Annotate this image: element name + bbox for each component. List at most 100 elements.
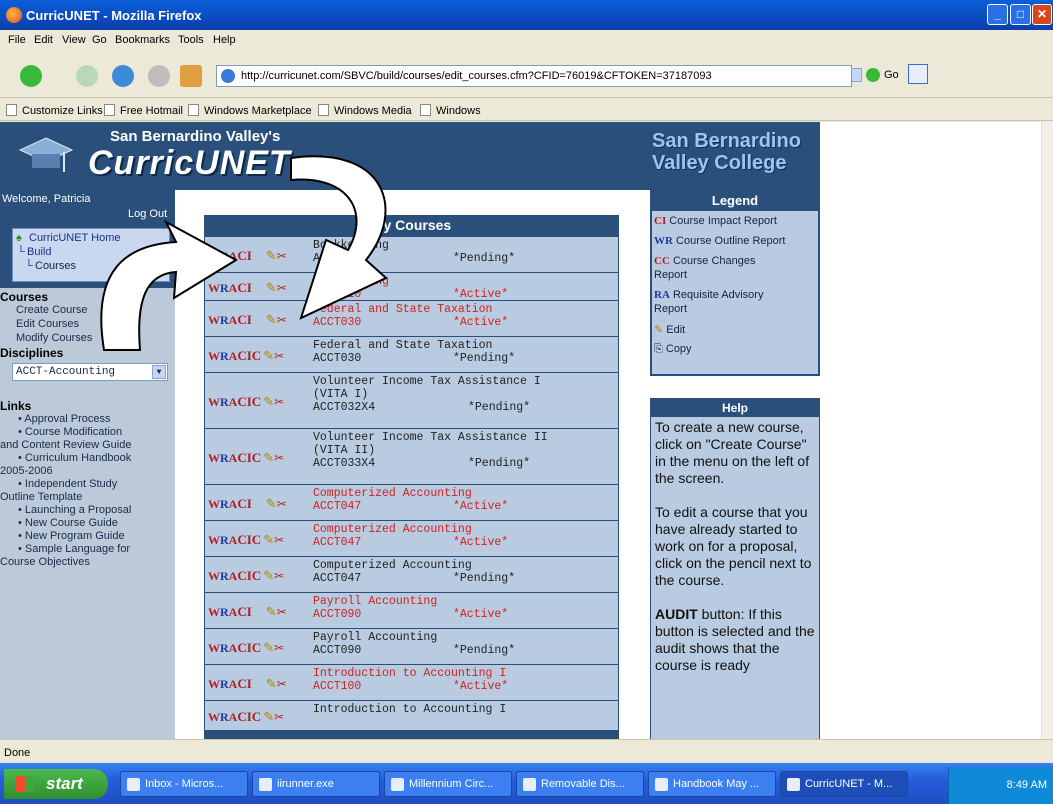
course-text[interactable]: Computerized Accounting ACCT047 *Active*: [313, 523, 508, 549]
taskbar-item-curricunet[interactable]: CurricUNET - M...: [780, 771, 908, 797]
requisite-report-icon[interactable]: R: [220, 677, 229, 691]
course-text[interactable]: Volunteer Income Tax Assistance I (VITA I…: [313, 375, 541, 414]
go-label[interactable]: Go: [884, 69, 899, 81]
copy-icon[interactable]: ✂: [274, 710, 284, 724]
changes-report-icon[interactable]: C: [252, 568, 261, 583]
requisite-report-icon[interactable]: R: [220, 451, 229, 465]
bookmark-windows-marketplace[interactable]: Windows Marketplace: [188, 104, 312, 117]
copy-icon[interactable]: ✂: [274, 395, 284, 409]
tree-item-build[interactable]: Build: [27, 246, 51, 258]
outline-report-icon[interactable]: W: [208, 569, 220, 583]
menu-bookmarks[interactable]: Bookmarks: [115, 34, 170, 46]
forward-icon[interactable]: [76, 65, 98, 87]
modify-courses-link[interactable]: Modify Courses: [16, 332, 92, 344]
pencil-icon[interactable]: ✎: [263, 450, 274, 465]
impact-report-icon[interactable]: CI: [237, 568, 251, 583]
search-icon[interactable]: [908, 64, 928, 84]
bookmark-customize-links[interactable]: Customize Links: [6, 104, 103, 117]
requisite-report-icon[interactable]: R: [220, 569, 229, 583]
impact-report-icon[interactable]: CI: [237, 709, 251, 724]
home-icon[interactable]: [180, 65, 202, 87]
requisite-report-icon[interactable]: R: [220, 395, 229, 409]
impact-report-icon[interactable]: CI: [237, 640, 251, 655]
link-sample-language[interactable]: • Sample Language for: [18, 543, 130, 556]
taskbar-item-iirunner[interactable]: iirunner.exe: [252, 771, 380, 797]
menu-file[interactable]: File: [8, 34, 26, 46]
back-icon[interactable]: [20, 65, 42, 87]
link-launching-proposal[interactable]: • Launching a Proposal: [18, 504, 131, 517]
taskbar-item-removable[interactable]: Removable Dis...: [516, 771, 644, 797]
link-independent-study[interactable]: • Independent Study: [18, 478, 117, 491]
minimize-button[interactable]: _: [987, 4, 1008, 25]
url-field[interactable]: http://curricunet.com/SBVC/build/courses…: [216, 65, 852, 87]
pencil-icon[interactable]: ✎: [263, 709, 274, 724]
impact-report-icon[interactable]: CI: [237, 676, 251, 691]
maximize-button[interactable]: □: [1010, 4, 1031, 25]
outline-report-icon[interactable]: W: [208, 395, 220, 409]
bookmark-free-hotmail[interactable]: Free Hotmail: [104, 104, 183, 117]
link-new-program-guide[interactable]: • New Program Guide: [18, 530, 125, 543]
menu-tools[interactable]: Tools: [178, 34, 204, 46]
edit-courses-link[interactable]: Edit Courses: [16, 318, 79, 330]
course-text[interactable]: Introduction to Accounting I ACCT100 *Acti…: [313, 667, 508, 693]
requisite-report-icon[interactable]: R: [220, 641, 229, 655]
requisite-report-icon[interactable]: R: [220, 605, 229, 619]
copy-icon[interactable]: ✂: [274, 641, 284, 655]
outline-report-icon[interactable]: W: [208, 677, 220, 691]
impact-report-icon[interactable]: CI: [237, 532, 251, 547]
course-text[interactable]: Volunteer Income Tax Assistance II (VITA …: [313, 431, 548, 470]
pencil-icon[interactable]: ✎: [263, 394, 274, 409]
taskbar-item-inbox[interactable]: Inbox - Micros...: [120, 771, 248, 797]
course-text[interactable]: Payroll Accounting ACCT090 *Active*: [313, 595, 508, 621]
copy-icon[interactable]: ✂: [277, 497, 287, 511]
course-text[interactable]: Payroll Accounting ACCT090 *Pending*: [313, 631, 515, 657]
close-button[interactable]: ✕: [1032, 4, 1052, 25]
start-button[interactable]: start: [4, 769, 108, 799]
outline-report-icon[interactable]: W: [208, 641, 220, 655]
link-course-modification-cont[interactable]: and Content Review Guide: [0, 439, 131, 452]
requisite-report-icon[interactable]: R: [220, 497, 229, 511]
pencil-icon[interactable]: ✎: [266, 496, 277, 511]
pencil-icon[interactable]: ✎: [266, 604, 277, 619]
course-text[interactable]: Computerized Accounting ACCT047 *Pending*: [313, 559, 515, 585]
changes-report-icon[interactable]: C: [252, 394, 261, 409]
pencil-icon[interactable]: ✎: [263, 532, 274, 547]
menu-view[interactable]: View: [62, 34, 86, 46]
outline-report-icon[interactable]: W: [208, 451, 220, 465]
pencil-icon[interactable]: ✎: [263, 568, 274, 583]
bookmark-windows[interactable]: Windows: [420, 104, 481, 117]
taskbar-item-handbook[interactable]: Handbook May ...: [648, 771, 776, 797]
link-independent-study-cont[interactable]: Outline Template: [0, 491, 82, 504]
outline-report-icon[interactable]: W: [208, 497, 220, 511]
taskbar-item-millennium[interactable]: Millennium Circ...: [384, 771, 512, 797]
copy-icon[interactable]: ✂: [274, 569, 284, 583]
link-approval-process[interactable]: • Approval Process: [18, 413, 111, 426]
menu-go[interactable]: Go: [92, 34, 107, 46]
pencil-icon[interactable]: ✎: [266, 676, 277, 691]
requisite-report-icon[interactable]: R: [220, 533, 229, 547]
impact-report-icon[interactable]: CI: [237, 450, 251, 465]
tree-item-courses[interactable]: Courses: [35, 260, 76, 272]
stop-icon[interactable]: [148, 65, 170, 87]
changes-report-icon[interactable]: C: [252, 532, 261, 547]
link-curriculum-handbook[interactable]: • Curriculum Handbook: [18, 452, 131, 465]
course-text[interactable]: Computerized Accounting ACCT047 *Active*: [313, 487, 508, 513]
copy-icon[interactable]: ✂: [277, 677, 287, 691]
copy-icon[interactable]: ✂: [274, 451, 284, 465]
impact-report-icon[interactable]: CI: [237, 394, 251, 409]
menu-help[interactable]: Help: [213, 34, 236, 46]
create-course-link[interactable]: Create Course: [16, 304, 88, 316]
link-course-modification[interactable]: • Course Modification: [18, 426, 122, 439]
requisite-report-icon[interactable]: R: [220, 710, 229, 724]
course-text[interactable]: Introduction to Accounting I: [313, 703, 506, 716]
link-new-course-guide[interactable]: • New Course Guide: [18, 517, 118, 530]
changes-report-icon[interactable]: C: [252, 709, 261, 724]
go-icon[interactable]: [866, 68, 880, 82]
changes-report-icon[interactable]: C: [252, 640, 261, 655]
vertical-scrollbar[interactable]: [1041, 122, 1053, 739]
link-sample-language-cont[interactable]: Course Objectives: [0, 556, 90, 569]
copy-icon[interactable]: ✂: [277, 605, 287, 619]
link-curriculum-handbook-cont[interactable]: 2005-2006: [0, 465, 53, 478]
pencil-icon[interactable]: ✎: [263, 640, 274, 655]
copy-icon[interactable]: ✂: [274, 533, 284, 547]
